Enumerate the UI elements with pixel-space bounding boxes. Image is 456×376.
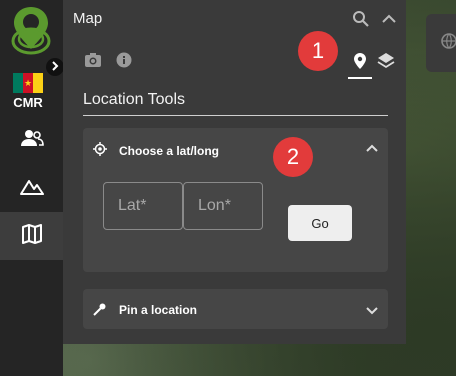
expand-panel-button[interactable] [46,58,64,76]
camera-icon[interactable] [84,52,102,73]
latitude-input[interactable] [103,182,183,230]
people-icon [20,128,44,153]
latlong-card: Choose a lat/long Go [83,128,388,272]
longitude-input[interactable] [183,182,263,230]
rail-item-people[interactable] [0,116,63,164]
search-icon[interactable] [352,10,370,33]
mountain-icon [19,177,44,200]
pin-location-card-header[interactable]: Pin a location [83,289,388,329]
app-logo[interactable] [7,5,55,62]
latlong-card-title: Choose a lat/long [119,144,220,158]
pin-icon [93,302,107,321]
panel-title: Map [73,10,103,27]
pin-location-title: Pin a location [119,303,198,317]
annotation-badge-2: 2 [273,137,313,177]
navigation-rail: ★ CMR [0,0,64,376]
country-code: CMR [13,95,43,110]
map-panel: Map Location Tools Choose a lat/long Go [63,0,406,344]
chevron-up-icon[interactable] [380,10,398,33]
rail-item-terrain[interactable] [0,164,63,212]
map-icon [21,223,43,250]
pin-location-card[interactable]: Pin a location [83,289,388,329]
info-icon[interactable] [116,52,132,73]
globe-icon [440,32,456,55]
map-tool-button[interactable] [426,14,456,72]
country-flag: ★ [13,73,43,93]
annotation-badge-1: 1 [298,31,338,71]
go-button[interactable]: Go [288,205,352,241]
active-tab-indicator [348,77,372,79]
location-pin-icon[interactable] [353,52,367,75]
crosshair-icon [93,142,107,161]
layers-icon[interactable] [377,52,395,75]
latlong-card-header[interactable]: Choose a lat/long [83,128,388,172]
chevron-right-icon [50,58,60,76]
chevron-up-icon [365,142,379,161]
country-selector[interactable]: ★ CMR [13,73,43,110]
chevron-down-icon [365,303,379,322]
section-title: Location Tools [83,91,388,116]
rail-item-map[interactable] [0,212,63,260]
